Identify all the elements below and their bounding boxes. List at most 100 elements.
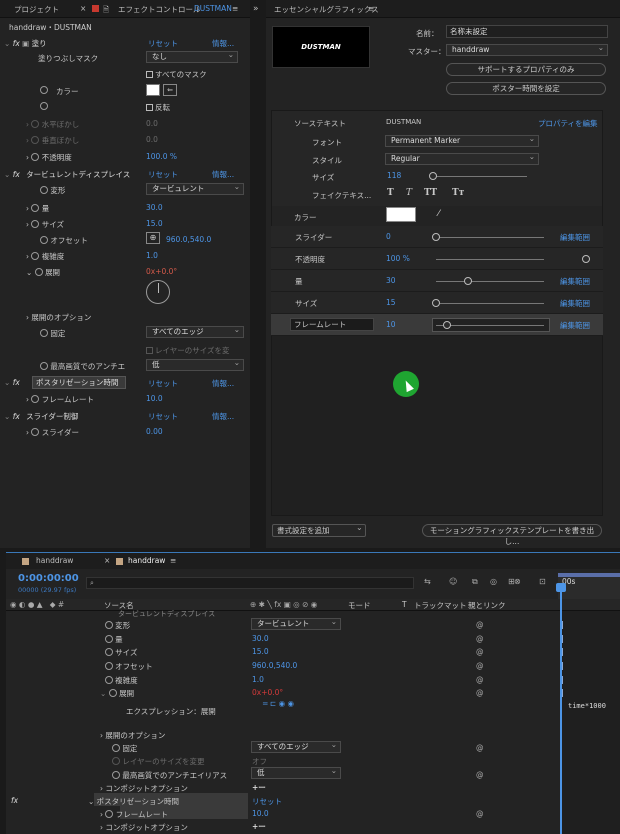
stopwatch-icon[interactable] (40, 329, 48, 337)
fill-mask-dropdown[interactable]: なし (146, 50, 238, 63)
link-icon[interactable]: @ (476, 620, 484, 629)
size-value[interactable]: 15.0 (146, 219, 163, 228)
stopwatch-icon[interactable] (104, 676, 113, 684)
fx-icon[interactable]: fx (13, 170, 20, 179)
collapse-arrow-icon[interactable]: ⌄ (4, 378, 10, 387)
edit-range-link[interactable]: 編集範囲 (560, 320, 590, 331)
solo-supported-button[interactable]: サポートするプロパティのみ (446, 63, 606, 76)
col-track-matte[interactable]: トラックマット (414, 600, 467, 611)
fx-icon[interactable]: fx (13, 378, 20, 387)
slider-reset-link[interactable]: リセット (148, 411, 178, 422)
collapse-arrow-icon[interactable]: ⌄ (4, 39, 10, 48)
chevron-down-icon[interactable]: ⌄ (356, 523, 363, 532)
posterize-name-field[interactable]: ポスタリゼーション時間 (32, 376, 126, 389)
stopwatch-icon[interactable] (40, 186, 48, 194)
timecode[interactable]: 0:00:00:00 (18, 573, 79, 584)
comp-flowchart-icon[interactable]: ⇆ (424, 577, 431, 586)
invert-checkbox[interactable]: 反転 (146, 102, 170, 113)
close-icon[interactable]: × (104, 556, 110, 565)
eg-row-slider-knob[interactable] (442, 321, 451, 329)
pinning-dropdown[interactable]: すべてのエッジ (146, 325, 244, 338)
tl-composite-plusminus[interactable]: +ー (252, 782, 266, 793)
style-dropdown[interactable]: Regular (385, 152, 539, 165)
stopwatch-icon[interactable] (108, 689, 117, 697)
link-icon[interactable]: @ (476, 675, 484, 684)
tab-project[interactable]: プロジェクト (14, 4, 59, 15)
draft-3d-icon[interactable]: ⊗ (514, 577, 521, 586)
effect-turbulent-header[interactable]: ⌄ fx タービュレントディスプレイス (4, 169, 130, 180)
link-icon[interactable]: @ (476, 647, 484, 656)
slider-info-link[interactable]: 情報... (212, 411, 234, 422)
set-poster-time-button[interactable]: ポスター時間を設定 (446, 82, 606, 95)
posterize-info-link[interactable]: 情報... (212, 378, 234, 389)
fx-icon[interactable]: fx (13, 39, 20, 48)
link-icon[interactable]: @ (476, 809, 484, 818)
posterize-reset-link[interactable]: リセット (148, 378, 178, 389)
crosshair-icon[interactable]: ⊕ (146, 232, 160, 244)
add-formatting-dropdown[interactable]: 書式設定を追加 (272, 524, 366, 537)
eg-row-value[interactable]: 15 (386, 298, 396, 307)
eg-row-slider-track[interactable] (436, 281, 544, 282)
tl-pinning-dropdown[interactable]: すべてのエッジ (251, 740, 341, 753)
all-caps-icon[interactable]: TT (424, 188, 437, 198)
stopwatch-icon[interactable] (104, 662, 113, 670)
offset-value[interactable]: 960.0,540.0 (166, 235, 211, 244)
expression-code[interactable]: time*1000 (568, 702, 606, 710)
expression-controls-icons[interactable]: ═ ⊏ ◉ ◉ (263, 699, 294, 708)
eg-row-value[interactable]: 30 (386, 276, 396, 285)
col-t[interactable]: T (402, 600, 407, 609)
fill-color-swatch[interactable] (146, 84, 160, 96)
twirl-icon[interactable]: ⌄ (100, 689, 106, 698)
link-icon[interactable]: @ (476, 634, 484, 643)
stopwatch-icon[interactable] (40, 86, 48, 94)
eg-row-slider-track[interactable] (436, 303, 544, 304)
work-area-bar[interactable] (558, 573, 620, 577)
framerate-value[interactable]: 10.0 (146, 394, 163, 403)
turbulent-reset-link[interactable]: リセット (148, 169, 178, 180)
export-mogrt-button[interactable]: モーショングラフィックステンプレートを書き出し... (422, 524, 602, 546)
stopwatch-icon[interactable] (31, 153, 40, 161)
eg-row-value[interactable]: 100 % (386, 254, 410, 263)
link-icon[interactable]: @ (476, 661, 484, 670)
amount-value[interactable]: 30.0 (146, 203, 163, 212)
text-size-value[interactable]: 118 (387, 171, 401, 180)
twirl-icon[interactable] (100, 635, 102, 644)
tab-handdraw-2[interactable]: handdraw (128, 556, 165, 565)
eg-row-slider-track[interactable] (436, 237, 544, 238)
faux-italic-icon[interactable]: T (406, 188, 412, 198)
stopwatch-icon[interactable] (104, 648, 113, 656)
displace-dropdown[interactable]: タービュレント (146, 182, 244, 195)
twirl-icon[interactable] (100, 662, 102, 671)
edit-range-link[interactable]: 編集範囲 (560, 232, 590, 243)
turbulent-info-link[interactable]: 情報... (212, 169, 234, 180)
close-icon[interactable]: × (80, 4, 86, 13)
stopwatch-icon[interactable] (31, 395, 40, 403)
lock-icon[interactable]: 🗎 (103, 4, 109, 17)
eg-row-slider-knob[interactable] (582, 255, 590, 263)
tl-prop-value[interactable]: 0x+0.0° (252, 688, 283, 697)
twirl-icon[interactable] (100, 621, 102, 630)
edit-range-link[interactable]: 編集範囲 (560, 276, 590, 287)
eg-row-slider-track[interactable] (436, 325, 544, 326)
effect-slider-header[interactable]: ⌄ fx スライダー制御 (4, 411, 78, 422)
eg-row-value[interactable]: 0 (386, 232, 391, 241)
stopwatch-icon[interactable] (40, 102, 48, 110)
col-parent[interactable]: 親とリンク (468, 600, 506, 611)
text-size-knob[interactable] (429, 172, 437, 180)
evolution-value[interactable]: 0x+0.0° (146, 267, 177, 276)
stopwatch-icon[interactable] (31, 220, 40, 228)
tab-effect-controls[interactable]: エフェクトコントロール (118, 4, 201, 15)
slider-value[interactable]: 0.00 (146, 427, 163, 436)
eg-row-slider-knob[interactable] (432, 299, 440, 307)
collapse-arrow-icon[interactable]: ⌄ (4, 170, 10, 179)
chart-icon[interactable]: ⊡ (539, 577, 546, 586)
color-swatch[interactable] (386, 207, 416, 222)
stopwatch-icon[interactable] (40, 236, 48, 244)
small-caps-icon[interactable]: Tт (452, 188, 464, 198)
edit-properties-link[interactable]: プロパティを編集 (538, 118, 598, 129)
stopwatch-icon[interactable] (112, 771, 120, 779)
eg-row-label[interactable]: フレームレート (290, 318, 374, 331)
fill-opacity-value[interactable]: 100.0 % (146, 152, 177, 161)
name-field[interactable]: 名称未設定 (446, 25, 608, 38)
stopwatch-icon[interactable] (105, 810, 114, 818)
